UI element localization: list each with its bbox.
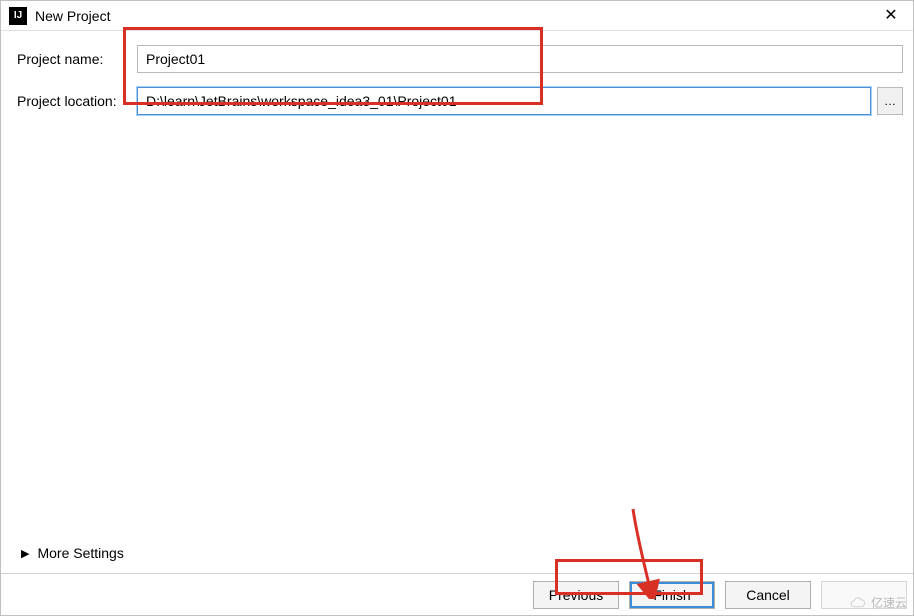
finish-button[interactable]: Finish <box>629 581 715 609</box>
window-title: New Project <box>35 8 110 24</box>
more-settings-label: More Settings <box>37 545 123 561</box>
project-location-row: Project location: … <box>17 87 903 115</box>
project-location-label: Project location: <box>17 93 137 109</box>
title-bar: IJ New Project ✕ <box>1 1 913 31</box>
new-project-dialog: IJ New Project ✕ Project name: Project l… <box>0 0 914 616</box>
intellij-app-icon: IJ <box>9 7 27 25</box>
project-name-row: Project name: <box>17 45 903 73</box>
cancel-button[interactable]: Cancel <box>725 581 811 609</box>
disclosure-triangle-icon: ▶ <box>21 547 29 560</box>
dialog-button-bar: Previous Finish Cancel <box>1 573 913 615</box>
project-location-input[interactable] <box>137 87 871 115</box>
help-button[interactable] <box>821 581 907 609</box>
project-name-label: Project name: <box>17 51 137 67</box>
browse-location-button[interactable]: … <box>877 87 903 115</box>
previous-button[interactable]: Previous <box>533 581 619 609</box>
more-settings-toggle[interactable]: ▶ More Settings <box>21 545 124 561</box>
close-button[interactable]: ✕ <box>881 7 901 27</box>
dialog-body: Project name: Project location: … ▶ <box>1 31 913 615</box>
project-name-input[interactable] <box>137 45 903 73</box>
